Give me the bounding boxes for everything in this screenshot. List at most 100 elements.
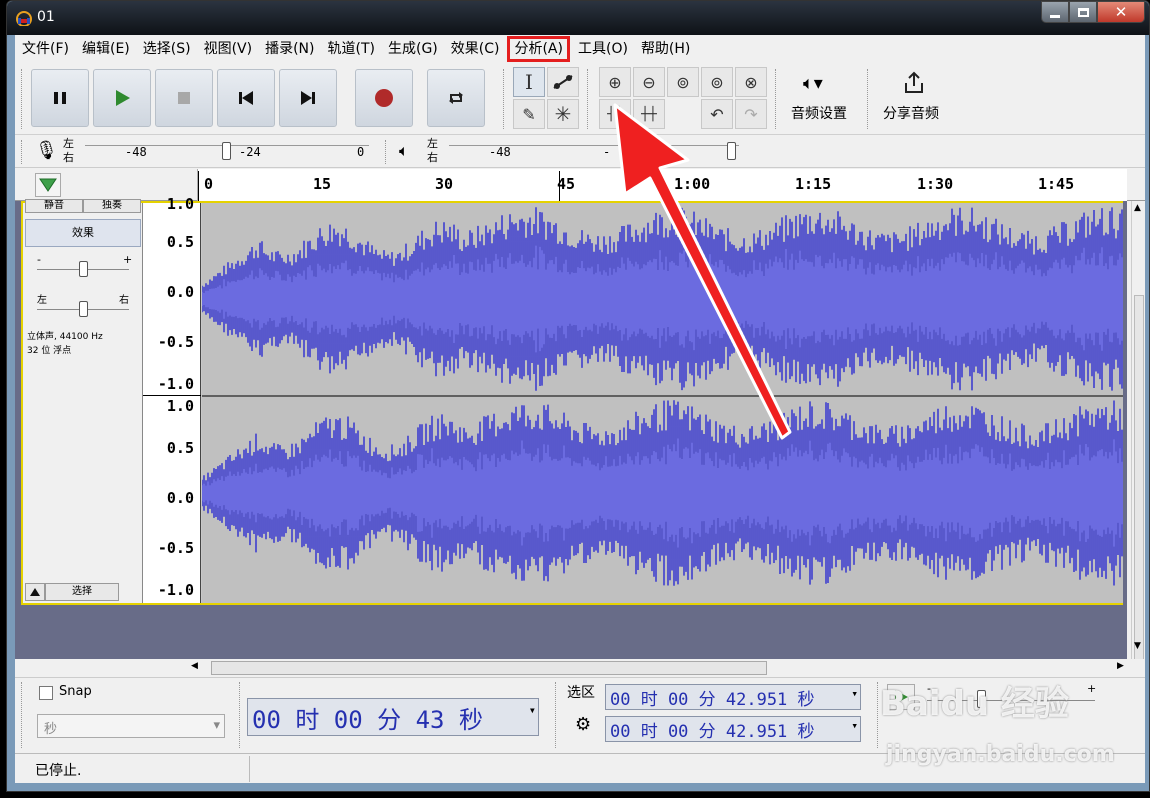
status-divider [249,756,250,782]
share-audio-button[interactable]: 分享音频 [877,67,951,127]
zoom-out-button[interactable]: ⊖ [633,67,665,97]
i-beam-icon: I [525,70,533,94]
record-button[interactable] [355,69,413,127]
snap-checkbox[interactable] [39,686,53,700]
play-meter-gripper[interactable] [385,140,388,164]
playback-meter[interactable]: -48 - [443,138,743,166]
amplitude-ruler[interactable]: 1.0 0.5 0.0 -0.5 -1.0 1.0 0.5 0.0 -0.5 -… [143,195,201,603]
menu-generate[interactable]: 生成(G) [383,38,443,60]
vertical-scrollbar[interactable]: ▲ ▼ [1131,201,1145,669]
audio-setup-button[interactable]: 🔈︎▾ 音频设置 [785,67,859,127]
zoom-in-button[interactable]: ⊕ [599,67,631,97]
multi-tool[interactable]: ✳ [547,99,579,129]
toolbar-gripper[interactable] [21,69,24,129]
watermark-brand: Baidu 经验 [880,684,1069,724]
fit-selection-button[interactable]: ⊚ [667,67,699,97]
settings-gear-icon[interactable]: ⚙ [575,714,591,735]
mute-button[interactable]: 静音 [25,199,83,213]
track-panel[interactable]: 静音 独奏 效果 - + 左 右 立体声, 44100 Hz 32 位 浮点 选… [15,195,1127,659]
undo-button[interactable]: ↶ [701,99,733,129]
gain-minus: - [37,253,41,266]
maximize-icon [1077,7,1089,17]
close-icon: ✕ [1114,3,1128,21]
select-track-button[interactable]: 选择 [45,583,119,601]
play-button[interactable] [93,69,151,127]
skip-start-icon [239,91,253,105]
draw-tool[interactable]: ✎ [513,99,545,129]
selection-start-display[interactable]: 00 时 00 分 42.951 秒 ▾ [605,684,861,710]
zoom-toggle-icon: ⊗ [744,72,758,92]
zoom-toggle-button[interactable]: ⊗ [735,67,767,97]
horizontal-scrollbar[interactable]: ◀ ▶ [15,659,1145,677]
tools-gripper[interactable] [503,69,506,129]
skip-to-end-button[interactable] [279,69,337,127]
snap-unit-select[interactable]: 秒 ▾ [37,714,225,738]
snap-gripper[interactable] [21,682,24,748]
record-volume-slider[interactable] [222,142,231,160]
menu-effect[interactable]: 效果(C) [446,38,505,60]
redo-button[interactable]: ↷ [735,99,767,129]
edit-gripper[interactable] [587,69,590,129]
minimize-icon [1050,14,1060,18]
selection-tool[interactable]: I [513,67,545,97]
fit-project-button[interactable]: ⊚ [701,67,733,97]
effects-button[interactable]: 效果 [25,219,141,247]
selection-end-value: 00 时 00 分 42.951 秒 [610,721,815,742]
pan-slider-thumb[interactable] [79,301,88,317]
ruler-label: 1.0 [166,195,194,213]
ruler-label: 0.0 [166,283,194,301]
time-format-arrow-icon: ▾ [851,687,858,700]
timeline-tick [198,171,199,201]
watermark-logo: Baidu 经验 [880,676,1069,725]
close-button[interactable]: ✕ [1097,1,1145,23]
stop-button[interactable] [155,69,213,127]
envelope-tool[interactable] [547,67,579,97]
trim-button[interactable]: ┤├ [599,99,631,129]
audio-setup-gripper[interactable] [775,69,778,129]
record-meter-tick: 0 [357,145,365,159]
vertical-scroll-thumb[interactable] [1134,295,1144,669]
pause-button[interactable] [31,69,89,127]
menu-tools[interactable]: 工具(O) [573,38,633,60]
selection-gripper[interactable] [555,682,558,748]
menu-bar: 文件(F) 编辑(E) 选择(S) 视图(V) 播录(N) 轨道(T) 生成(G… [15,35,1145,63]
playback-volume-slider[interactable] [727,142,736,160]
record-meter-gripper[interactable] [21,140,24,164]
timeline-scale[interactable]: 0 15 30 45 1:00 1:15 1:30 1:45 [197,169,1127,201]
track-control-panel: 静音 独奏 效果 - + 左 右 立体声, 44100 Hz 32 位 浮点 选… [23,199,143,603]
menu-analyze[interactable]: 分析(A) [507,36,570,62]
snap-label: Snap [59,684,92,699]
ruler-label: 0.5 [166,439,194,457]
speaker-icon: 🔈︎▾ [803,73,823,94]
share-gripper[interactable] [867,69,870,129]
menu-select[interactable]: 选择(S) [138,38,196,60]
play-position-button[interactable] [35,173,61,197]
audio-track[interactable]: 静音 独奏 效果 - + 左 右 立体声, 44100 Hz 32 位 浮点 选… [21,195,1123,605]
waveform-display[interactable] [201,203,1123,603]
collapse-track-button[interactable] [25,583,45,601]
menu-tracks[interactable]: 轨道(T) [323,38,380,60]
menu-file[interactable]: 文件(F) [17,38,74,60]
gain-slider-thumb[interactable] [79,261,88,277]
snap-unit-value: 秒 [44,722,58,737]
time-gripper[interactable] [239,682,242,748]
timeline-label: 1:30 [917,175,954,193]
selection-end-display[interactable]: 00 时 00 分 42.951 秒 ▾ [605,716,861,742]
solo-button[interactable]: 独奏 [83,199,141,213]
menu-view[interactable]: 视图(V) [199,38,258,60]
loop-button[interactable] [427,69,485,127]
menu-help[interactable]: 帮助(H) [636,38,695,60]
silence-button[interactable]: ┼┼ [633,99,665,129]
record-meter[interactable]: -48 -24 0 [79,138,369,166]
play-meter-right-label: 右 [427,151,438,164]
skip-to-start-button[interactable] [217,69,275,127]
play-meter-left-label: 左 [427,137,438,150]
horizontal-scroll-thumb[interactable] [211,661,767,675]
menu-edit[interactable]: 编辑(E) [77,38,135,60]
play-icon [116,90,130,106]
menu-record[interactable]: 播录(N) [260,38,319,60]
maximize-button[interactable] [1069,1,1097,23]
minimize-button[interactable] [1041,1,1069,23]
gain-plus: + [123,253,133,266]
audio-position-display[interactable]: 00 时 00 分 43 秒 ▾ [247,698,539,736]
